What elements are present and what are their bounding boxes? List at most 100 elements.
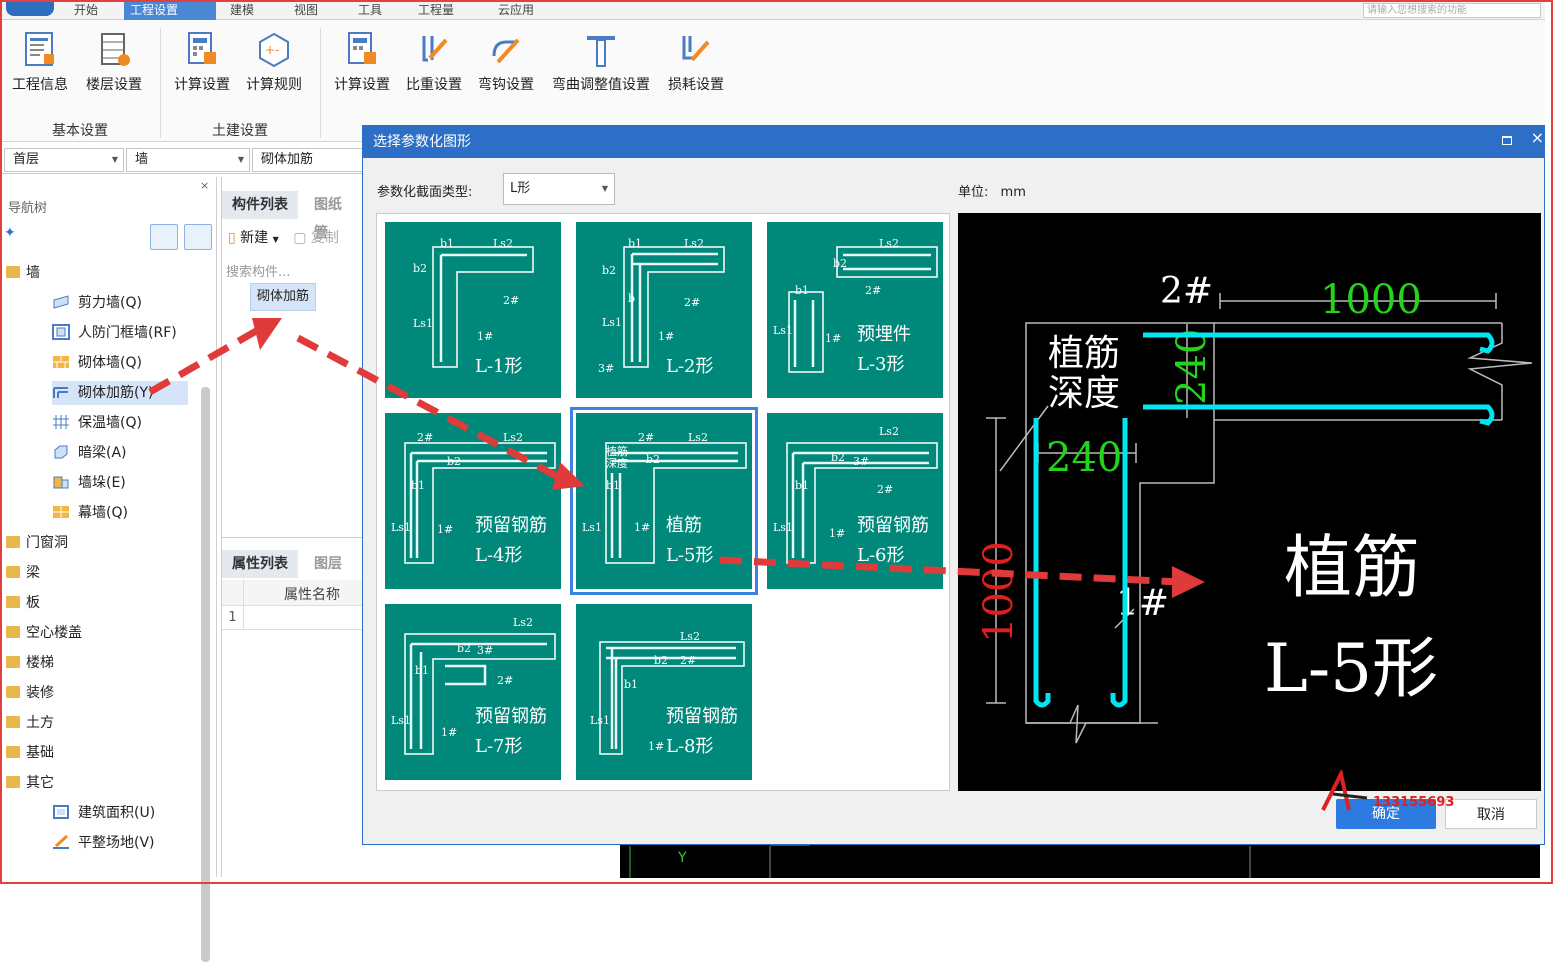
shape-thumbnail-l7[interactable]: Ls2 b2 3# b1 2# 1# Ls1 预留钢筋 L-7形 <box>385 604 561 780</box>
group-separator <box>320 28 321 138</box>
tab-property-list[interactable]: 属性列表 <box>222 550 298 578</box>
tree-group-beam[interactable]: 梁 <box>6 561 40 585</box>
nav-scrollbar[interactable] <box>201 387 210 962</box>
shape-thumbnail-l1[interactable]: b1 Ls2 b2 2# 1# Ls1 L-1形 <box>385 222 561 398</box>
tree-group-hollow-floor[interactable]: 空心楼盖 <box>6 621 82 645</box>
thumb-dimension-label: b2 <box>413 262 427 275</box>
tree-group-wall[interactable]: 墙 <box>6 261 40 285</box>
tab-quantity[interactable]: 工程量 <box>412 2 460 20</box>
drawing-canvas[interactable]: Y <box>620 842 1540 878</box>
tree-item-curtain-wall[interactable]: 幕墙(Q) <box>52 501 128 525</box>
thumb-dimension-label: 2# <box>684 296 700 309</box>
tree-group-decoration[interactable]: 装修 <box>6 681 54 705</box>
unit-value: mm <box>1000 185 1026 200</box>
tab-modeling[interactable]: 建模 <box>224 2 260 20</box>
tab-drawing-manager[interactable]: 图纸管 <box>304 191 363 241</box>
tree-item-wall-pier[interactable]: 墙垛(E) <box>52 471 126 495</box>
tree-item-hidden-beam[interactable]: 暗梁(A) <box>52 441 127 465</box>
component-select[interactable]: 砌体加筋 <box>252 148 364 172</box>
preview-bar-top-label: 2# <box>1160 271 1213 312</box>
rebar-calc-settings-button[interactable]: 计算设置 <box>334 30 390 94</box>
preview-horizontal-240: 240 <box>1046 435 1122 481</box>
thumb-shape-name: 预留钢筋 <box>857 515 929 536</box>
thumb-dimension-label: b2 <box>457 642 471 655</box>
tree-item-civil-defense-wall[interactable]: 人防门框墙(RF) <box>52 321 177 345</box>
maximize-icon[interactable] <box>1502 136 1512 145</box>
floor-settings-button[interactable]: 楼层设置 <box>86 30 142 94</box>
component-search-input[interactable]: 搜索构件... <box>226 261 290 280</box>
thumb-dimension-label: b1 <box>628 237 642 250</box>
shape-thumbnail-l3[interactable]: Ls2 b2 b1 2# 1# Ls1 预埋件 L-3形 <box>767 222 943 398</box>
close-icon[interactable]: × <box>1531 128 1544 147</box>
selected-thumbnail-highlight <box>570 407 758 595</box>
tree-item-masonry-wall[interactable]: 砌体墙(Q) <box>52 351 142 375</box>
property-name-header: 属性名称 <box>284 587 340 603</box>
loss-settings-button[interactable]: 损耗设置 <box>668 30 724 94</box>
thumb-shape-name: L-1形 <box>475 356 523 377</box>
shape-thumbnail-l2[interactable]: b1 Ls2 b2 2# 1# 3# Ls1 b L-2形 <box>576 222 752 398</box>
cancel-button[interactable]: 取消 <box>1445 799 1537 829</box>
shape-thumbnail-l6[interactable]: Ls2 b2 3# b1 2# 1# Ls1 预留钢筋 L-6形 <box>767 413 943 589</box>
tab-view[interactable]: 视图 <box>288 2 324 20</box>
unit-label: 单位: <box>958 185 989 200</box>
thumb-dimension-label: Ls2 <box>680 630 700 643</box>
ribbon-search-input[interactable]: 请输入您想搜索的功能 <box>1363 3 1541 18</box>
tree-group-label: 其它 <box>26 775 54 791</box>
copy-icon: ▢ <box>293 230 307 246</box>
shape-thumbnail-l8[interactable]: Ls2 b2 2# b1 1# Ls1 预留钢筋 L-8形 <box>576 604 752 780</box>
thumb-dimension-label: b2 <box>654 654 668 667</box>
tab-start[interactable]: 开始 <box>68 2 104 20</box>
folder-icon <box>6 626 20 638</box>
tree-group-other[interactable]: 其它 <box>6 771 54 795</box>
ribbon: 工程信息 楼层设置 基本设置 计算设置 +- 计算规则 土建设置 计算设置 比重… <box>0 20 1545 142</box>
floor-select[interactable]: 首层 ▼ <box>4 148 124 172</box>
brick-wall-icon <box>53 356 69 368</box>
tree-group-slab[interactable]: 板 <box>6 591 40 615</box>
preview-depth-label-1: 植筋 <box>1048 333 1120 374</box>
tree-group-openings[interactable]: 门窗洞 <box>6 531 68 555</box>
tree-item-site-leveling[interactable]: 平整场地(V) <box>52 831 155 855</box>
copy-label: 复制 <box>310 230 339 246</box>
hook-settings-button[interactable]: 弯钩设置 <box>478 30 534 94</box>
tree-item-building-area[interactable]: 建筑面积(U) <box>52 801 155 825</box>
thumb-dimension-label: b <box>628 292 635 305</box>
section-type-select[interactable]: L形 ▼ <box>503 173 615 205</box>
detail-view-button[interactable] <box>184 224 212 250</box>
tree-group-earthwork[interactable]: 土方 <box>6 711 54 735</box>
app-menu-button[interactable] <box>6 0 54 16</box>
close-icon[interactable]: × <box>200 179 209 192</box>
pin-icon[interactable]: ✦ <box>4 225 16 241</box>
tree-item-insulation-wall[interactable]: 保温墙(Q) <box>52 411 142 435</box>
new-component-button[interactable]: ▯ 新建 ▼ <box>228 230 279 246</box>
tab-cloud[interactable]: 云应用 <box>492 2 540 20</box>
shear-wall-icon <box>53 295 69 309</box>
tab-tools[interactable]: 工具 <box>352 2 388 20</box>
tree-group-foundation[interactable]: 基础 <box>6 741 54 765</box>
tree-item-masonry-rebar[interactable]: 砌体加筋(Y) <box>52 381 188 405</box>
thumb-dimension-label: b2 <box>831 451 845 464</box>
tree-group-stairs[interactable]: 楼梯 <box>6 651 54 675</box>
folder-icon <box>6 536 20 548</box>
project-info-button[interactable]: 工程信息 <box>12 30 68 94</box>
tab-layer-manager[interactable]: 图层管 <box>304 550 363 600</box>
category-select[interactable]: 墙 ▼ <box>126 148 250 172</box>
tab-project-settings[interactable]: 工程设置 <box>124 2 216 20</box>
civil-calc-settings-button[interactable]: 计算设置 <box>174 30 230 94</box>
thumb-rebar-line <box>445 664 487 686</box>
hook-settings-icon <box>492 38 520 64</box>
thumb-dimension-label: 2# <box>877 483 893 496</box>
tree-item-shear-wall[interactable]: 剪力墙(Q) <box>52 291 142 315</box>
property-row[interactable]: 1 <box>222 606 364 630</box>
copy-component-button[interactable]: ▢ 复制 <box>293 230 339 246</box>
tree-item-label: 暗梁(A) <box>78 445 127 461</box>
shape-thumbnail-l4[interactable]: 2# Ls2 b2 b1 1# Ls1 预留钢筋 L-4形 <box>385 413 561 589</box>
component-select-value: 砌体加筋 <box>261 152 314 167</box>
list-view-button[interactable] <box>150 224 178 250</box>
weight-settings-button[interactable]: 比重设置 <box>406 30 462 94</box>
component-list-item[interactable]: 砌体加筋 <box>250 283 316 311</box>
tab-component-list[interactable]: 构件列表 <box>222 191 298 219</box>
tree-group-label: 空心楼盖 <box>26 625 82 641</box>
calc-rules-button[interactable]: +- 计算规则 <box>246 30 302 94</box>
bend-adjust-settings-button[interactable]: 弯曲调整值设置 <box>552 30 650 94</box>
chevron-down-icon: ▼ <box>111 155 118 164</box>
